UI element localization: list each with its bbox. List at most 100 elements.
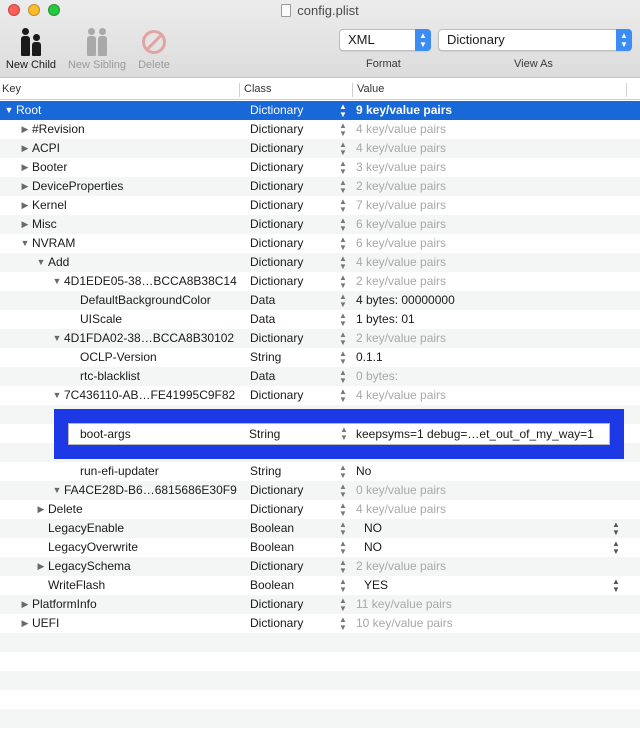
- disclosure-down-icon[interactable]: ▼: [52, 481, 62, 500]
- delete-label: Delete: [138, 59, 170, 71]
- disclosure-right-icon[interactable]: ▶: [20, 158, 30, 177]
- table-row[interactable]: ▼ FA4CE28D-B6…6815686E30F9 Dictionary ▲ ▼…: [0, 481, 640, 500]
- delete-button[interactable]: Delete: [134, 24, 174, 71]
- class-stepper-icon[interactable]: ▲ ▼: [339, 101, 347, 119]
- class-stepper-icon[interactable]: ▲ ▼: [339, 614, 347, 632]
- table-row[interactable]: LegacyEnable Boolean ▲ ▼ NO ▲ ▼: [0, 519, 640, 538]
- row-value[interactable]: NO: [364, 538, 382, 557]
- editing-row[interactable]: boot-args String ▲ ▼ keepsyms=1 debug=…et…: [68, 423, 610, 445]
- table-row[interactable]: ▶ LegacySchema Dictionary ▲ ▼ 2 key/value…: [0, 557, 640, 576]
- table-row[interactable]: ▼ 4D1FDA02-38…BCCA8B30102 Dictionary ▲ ▼ …: [0, 329, 640, 348]
- table-row[interactable]: ▼ Root Dictionary ▲ ▼ 9 key/value pairs: [0, 101, 640, 120]
- class-stepper-icon[interactable]: ▲ ▼: [339, 120, 347, 138]
- row-value[interactable]: 0 bytes:: [356, 367, 398, 386]
- boolean-stepper-icon[interactable]: ▲ ▼: [612, 576, 620, 594]
- row-value[interactable]: YES: [364, 576, 388, 595]
- disclosure-right-icon[interactable]: ▶: [20, 196, 30, 215]
- view-as-popup[interactable]: Dictionary ▲ ▼: [438, 29, 632, 51]
- table-row[interactable]: run-efi-updater String ▲ ▼ No: [0, 462, 640, 481]
- table-row[interactable]: ▶ ACPI Dictionary ▲ ▼ 4 key/value pairs: [0, 139, 640, 158]
- disclosure-down-icon[interactable]: ▼: [36, 253, 46, 272]
- class-stepper-icon[interactable]: ▲ ▼: [339, 291, 347, 309]
- class-stepper-icon[interactable]: ▲ ▼: [339, 557, 347, 575]
- class-stepper-icon[interactable]: ▲ ▼: [340, 426, 348, 442]
- table-row[interactable]: OCLP-Version String ▲ ▼ 0.1.1: [0, 348, 640, 367]
- table-row[interactable]: ▶ Misc Dictionary ▲ ▼ 6 key/value pairs: [0, 215, 640, 234]
- class-stepper-icon[interactable]: ▲ ▼: [339, 139, 347, 157]
- boolean-stepper-icon[interactable]: ▲ ▼: [612, 519, 620, 537]
- disclosure-down-icon[interactable]: ▼: [52, 272, 62, 291]
- new-child-button[interactable]: New Child: [4, 24, 58, 71]
- class-stepper-icon[interactable]: ▲ ▼: [339, 272, 347, 290]
- disclosure-right-icon[interactable]: ▶: [20, 215, 30, 234]
- new-child-label: New Child: [5, 59, 57, 71]
- table-row[interactable]: ▼ NVRAM Dictionary ▲ ▼ 6 key/value pairs: [0, 234, 640, 253]
- disclosure-down-icon[interactable]: ▼: [52, 329, 62, 348]
- class-stepper-icon[interactable]: ▲ ▼: [339, 538, 347, 556]
- class-stepper-icon[interactable]: ▲ ▼: [339, 462, 347, 480]
- class-stepper-icon[interactable]: ▲ ▼: [339, 196, 347, 214]
- class-stepper-icon[interactable]: ▲ ▼: [339, 177, 347, 195]
- disclosure-right-icon[interactable]: ▶: [36, 557, 46, 576]
- row-class: Dictionary: [250, 255, 304, 269]
- table-row[interactable]: ▼ Add Dictionary ▲ ▼ 4 key/value pairs: [0, 253, 640, 272]
- row-key: Misc: [32, 217, 57, 231]
- class-stepper-icon[interactable]: ▲ ▼: [339, 310, 347, 328]
- row-value[interactable]: NO: [364, 519, 382, 538]
- column-key-header[interactable]: Key: [0, 80, 21, 100]
- table-row[interactable]: ▶ Booter Dictionary ▲ ▼ 3 key/value pairs: [0, 158, 640, 177]
- new-sibling-icon: [64, 24, 130, 56]
- disclosure-right-icon[interactable]: ▶: [20, 595, 30, 614]
- window-title: config.plist: [0, 3, 640, 18]
- table-row[interactable]: LegacyOverwrite Boolean ▲ ▼ NO ▲ ▼: [0, 538, 640, 557]
- column-divider[interactable]: [352, 83, 353, 97]
- row-value[interactable]: 0.1.1: [356, 348, 383, 367]
- class-stepper-icon[interactable]: ▲ ▼: [339, 348, 347, 366]
- table-row[interactable]: ▶ Delete Dictionary ▲ ▼ 4 key/value pairs: [0, 500, 640, 519]
- table-row[interactable]: ▼ 7C436110-AB…FE41995C9F82 Dictionary ▲ ▼…: [0, 386, 640, 405]
- class-stepper-icon[interactable]: ▲ ▼: [339, 234, 347, 252]
- disclosure-right-icon[interactable]: ▶: [20, 139, 30, 158]
- class-stepper-icon[interactable]: ▲ ▼: [339, 500, 347, 518]
- column-class-header[interactable]: Class: [242, 80, 272, 100]
- row-value[interactable]: No: [356, 462, 371, 481]
- row-value[interactable]: 4 bytes: 00000000: [356, 291, 455, 310]
- class-stepper-icon[interactable]: ▲ ▼: [339, 329, 347, 347]
- column-value-header[interactable]: Value: [355, 80, 384, 100]
- row-value[interactable]: 1 bytes: 01: [356, 310, 415, 329]
- format-popup[interactable]: XML ▲ ▼: [339, 29, 431, 51]
- class-stepper-icon[interactable]: ▲ ▼: [339, 386, 347, 404]
- table-row[interactable]: ▼ 4D1EDE05-38…BCCA8B38C14 Dictionary ▲ ▼ …: [0, 272, 640, 291]
- class-stepper-icon[interactable]: ▲ ▼: [339, 367, 347, 385]
- class-stepper-icon[interactable]: ▲ ▼: [339, 519, 347, 537]
- table-row[interactable]: ▶ DeviceProperties Dictionary ▲ ▼ 2 key/v…: [0, 177, 640, 196]
- boot-args-value-field[interactable]: keepsyms=1 debug=…et_out_of_my_way=1: [354, 425, 610, 443]
- class-stepper-icon[interactable]: ▲ ▼: [339, 595, 347, 613]
- disclosure-down-icon[interactable]: ▼: [52, 386, 62, 405]
- new-sibling-button[interactable]: New Sibling: [64, 24, 130, 71]
- class-stepper-icon[interactable]: ▲ ▼: [339, 253, 347, 271]
- table-row[interactable]: DefaultBackgroundColor Data ▲ ▼ 4 bytes: …: [0, 291, 640, 310]
- disclosure-right-icon[interactable]: ▶: [36, 500, 46, 519]
- table-row[interactable]: WriteFlash Boolean ▲ ▼ YES ▲ ▼: [0, 576, 640, 595]
- disclosure-down-icon[interactable]: ▼: [4, 101, 14, 120]
- table-row[interactable]: ▶ Kernel Dictionary ▲ ▼ 7 key/value pairs: [0, 196, 640, 215]
- class-stepper-icon[interactable]: ▲ ▼: [339, 215, 347, 233]
- editing-row-key[interactable]: boot-args: [80, 424, 131, 444]
- disclosure-right-icon[interactable]: ▶: [20, 120, 30, 139]
- class-stepper-icon[interactable]: ▲ ▼: [339, 481, 347, 499]
- disclosure-down-icon[interactable]: ▼: [20, 234, 30, 253]
- table-row[interactable]: rtc-blacklist Data ▲ ▼ 0 bytes:: [0, 367, 640, 386]
- table-row[interactable]: ▶ #Revision Dictionary ▲ ▼ 4 key/value pa…: [0, 120, 640, 139]
- class-stepper-icon[interactable]: ▲ ▼: [339, 576, 347, 594]
- boolean-stepper-icon[interactable]: ▲ ▼: [612, 538, 620, 556]
- class-stepper-icon[interactable]: ▲ ▼: [339, 158, 347, 176]
- table-row[interactable]: ▶ UEFI Dictionary ▲ ▼ 10 key/value pairs: [0, 614, 640, 633]
- disclosure-right-icon[interactable]: ▶: [20, 177, 30, 196]
- editing-row-class[interactable]: String: [249, 424, 280, 444]
- table-row[interactable]: UIScale Data ▲ ▼ 1 bytes: 01: [0, 310, 640, 329]
- table-row[interactable]: ▶ PlatformInfo Dictionary ▲ ▼ 11 key/valu…: [0, 595, 640, 614]
- column-divider[interactable]: [626, 83, 627, 97]
- disclosure-right-icon[interactable]: ▶: [20, 614, 30, 633]
- column-divider[interactable]: [239, 83, 240, 97]
